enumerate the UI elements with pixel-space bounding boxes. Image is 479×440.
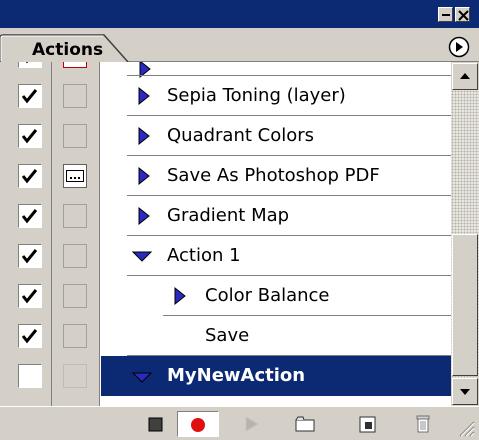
close-icon xyxy=(458,10,469,21)
dialog-toggle-box[interactable] xyxy=(63,204,87,228)
list-item[interactable]: Action 1 xyxy=(0,236,451,276)
checkmark-icon xyxy=(21,209,38,224)
scroll-up-button[interactable] xyxy=(452,63,478,90)
item-toggle-checkbox[interactable] xyxy=(18,62,42,68)
dialog-toggle-box[interactable] xyxy=(63,364,87,388)
checkmark-icon xyxy=(21,289,38,304)
action-label: Action 1 xyxy=(167,245,241,266)
list-item[interactable]: Save xyxy=(0,316,451,356)
delete-button[interactable] xyxy=(410,411,436,437)
actions-toolbar xyxy=(0,406,479,440)
dialog-toggle-box[interactable] xyxy=(63,62,87,68)
minimize-button[interactable] xyxy=(438,7,453,22)
dialog-toggle-box[interactable] xyxy=(63,324,87,348)
dialog-toggle-box[interactable] xyxy=(63,84,87,108)
collapse-triangle-icon[interactable] xyxy=(132,250,152,262)
list-item[interactable]: MyNewAction xyxy=(0,356,451,396)
new-action-icon xyxy=(359,416,376,433)
close-button[interactable] xyxy=(455,7,470,22)
play-button[interactable] xyxy=(238,411,264,437)
list-item[interactable]: Save As Photoshop PDF xyxy=(0,156,451,196)
action-label: Quadrant Colors xyxy=(167,125,315,146)
list-item[interactable]: Quadrant Colors xyxy=(0,116,451,156)
new-set-button[interactable] xyxy=(292,411,318,437)
action-label: MyNewAction xyxy=(167,365,306,386)
scroll-down-button[interactable] xyxy=(452,378,478,405)
command-label: Color Balance xyxy=(205,285,330,306)
list-item[interactable]: Sepia Toning (layer) xyxy=(0,76,451,116)
stop-icon xyxy=(148,417,163,432)
panel-title-bar[interactable] xyxy=(0,0,479,28)
folder-icon xyxy=(295,416,315,432)
expand-triangle-icon[interactable] xyxy=(137,167,151,185)
dialog-icon xyxy=(66,170,84,182)
list-item[interactable] xyxy=(0,62,451,78)
arrow-down-icon xyxy=(460,389,470,395)
expand-triangle-icon[interactable] xyxy=(137,207,151,225)
item-toggle-checkbox[interactable] xyxy=(18,204,42,228)
stop-button[interactable] xyxy=(142,411,168,437)
new-action-button[interactable] xyxy=(355,411,381,437)
collapse-triangle-icon[interactable] xyxy=(132,371,152,383)
checkmark-icon xyxy=(21,129,38,144)
action-label: Save As Photoshop PDF xyxy=(167,165,380,186)
item-toggle-checkbox[interactable] xyxy=(18,324,42,348)
expand-triangle-icon[interactable] xyxy=(137,87,151,105)
command-label: Save xyxy=(205,325,250,346)
expand-triangle-icon[interactable] xyxy=(137,127,151,145)
dialog-toggle-box[interactable] xyxy=(63,124,87,148)
expand-triangle-icon[interactable] xyxy=(173,287,187,305)
arrow-up-icon xyxy=(460,73,470,79)
item-toggle-checkbox[interactable] xyxy=(18,244,42,268)
actions-list[interactable]: Sepia Toning (layer) Quadrant Colors Sav… xyxy=(0,62,451,406)
dialog-toggle-box[interactable] xyxy=(63,284,87,308)
item-toggle-checkbox[interactable] xyxy=(18,84,42,108)
dialog-toggle-box[interactable] xyxy=(63,244,87,268)
item-toggle-checkbox[interactable] xyxy=(18,364,42,388)
checkmark-icon xyxy=(21,249,38,264)
panel-tab-bar: Actions xyxy=(0,28,479,62)
trash-icon xyxy=(416,415,430,433)
action-label: Gradient Map xyxy=(167,205,290,226)
item-toggle-checkbox[interactable] xyxy=(18,284,42,308)
tab-actions[interactable]: Actions xyxy=(32,40,103,60)
vertical-scrollbar[interactable] xyxy=(451,62,479,406)
dialog-toggle-box[interactable] xyxy=(63,164,87,188)
checkmark-icon xyxy=(21,89,38,104)
record-icon xyxy=(191,418,205,432)
item-toggle-checkbox[interactable] xyxy=(18,124,42,148)
checkmark-icon xyxy=(21,169,38,184)
record-button[interactable] xyxy=(177,411,219,437)
panel-menu-button[interactable] xyxy=(448,36,470,58)
list-item[interactable]: Color Balance xyxy=(0,276,451,316)
item-toggle-checkbox[interactable] xyxy=(18,164,42,188)
checkmark-icon xyxy=(25,62,29,64)
action-label: Sepia Toning (layer) xyxy=(167,85,346,106)
resize-grip-icon[interactable] xyxy=(455,417,475,437)
list-item[interactable]: Gradient Map xyxy=(0,196,451,236)
play-icon xyxy=(245,416,259,432)
scrollbar-thumb[interactable] xyxy=(452,234,478,376)
checkmark-icon xyxy=(21,329,38,344)
